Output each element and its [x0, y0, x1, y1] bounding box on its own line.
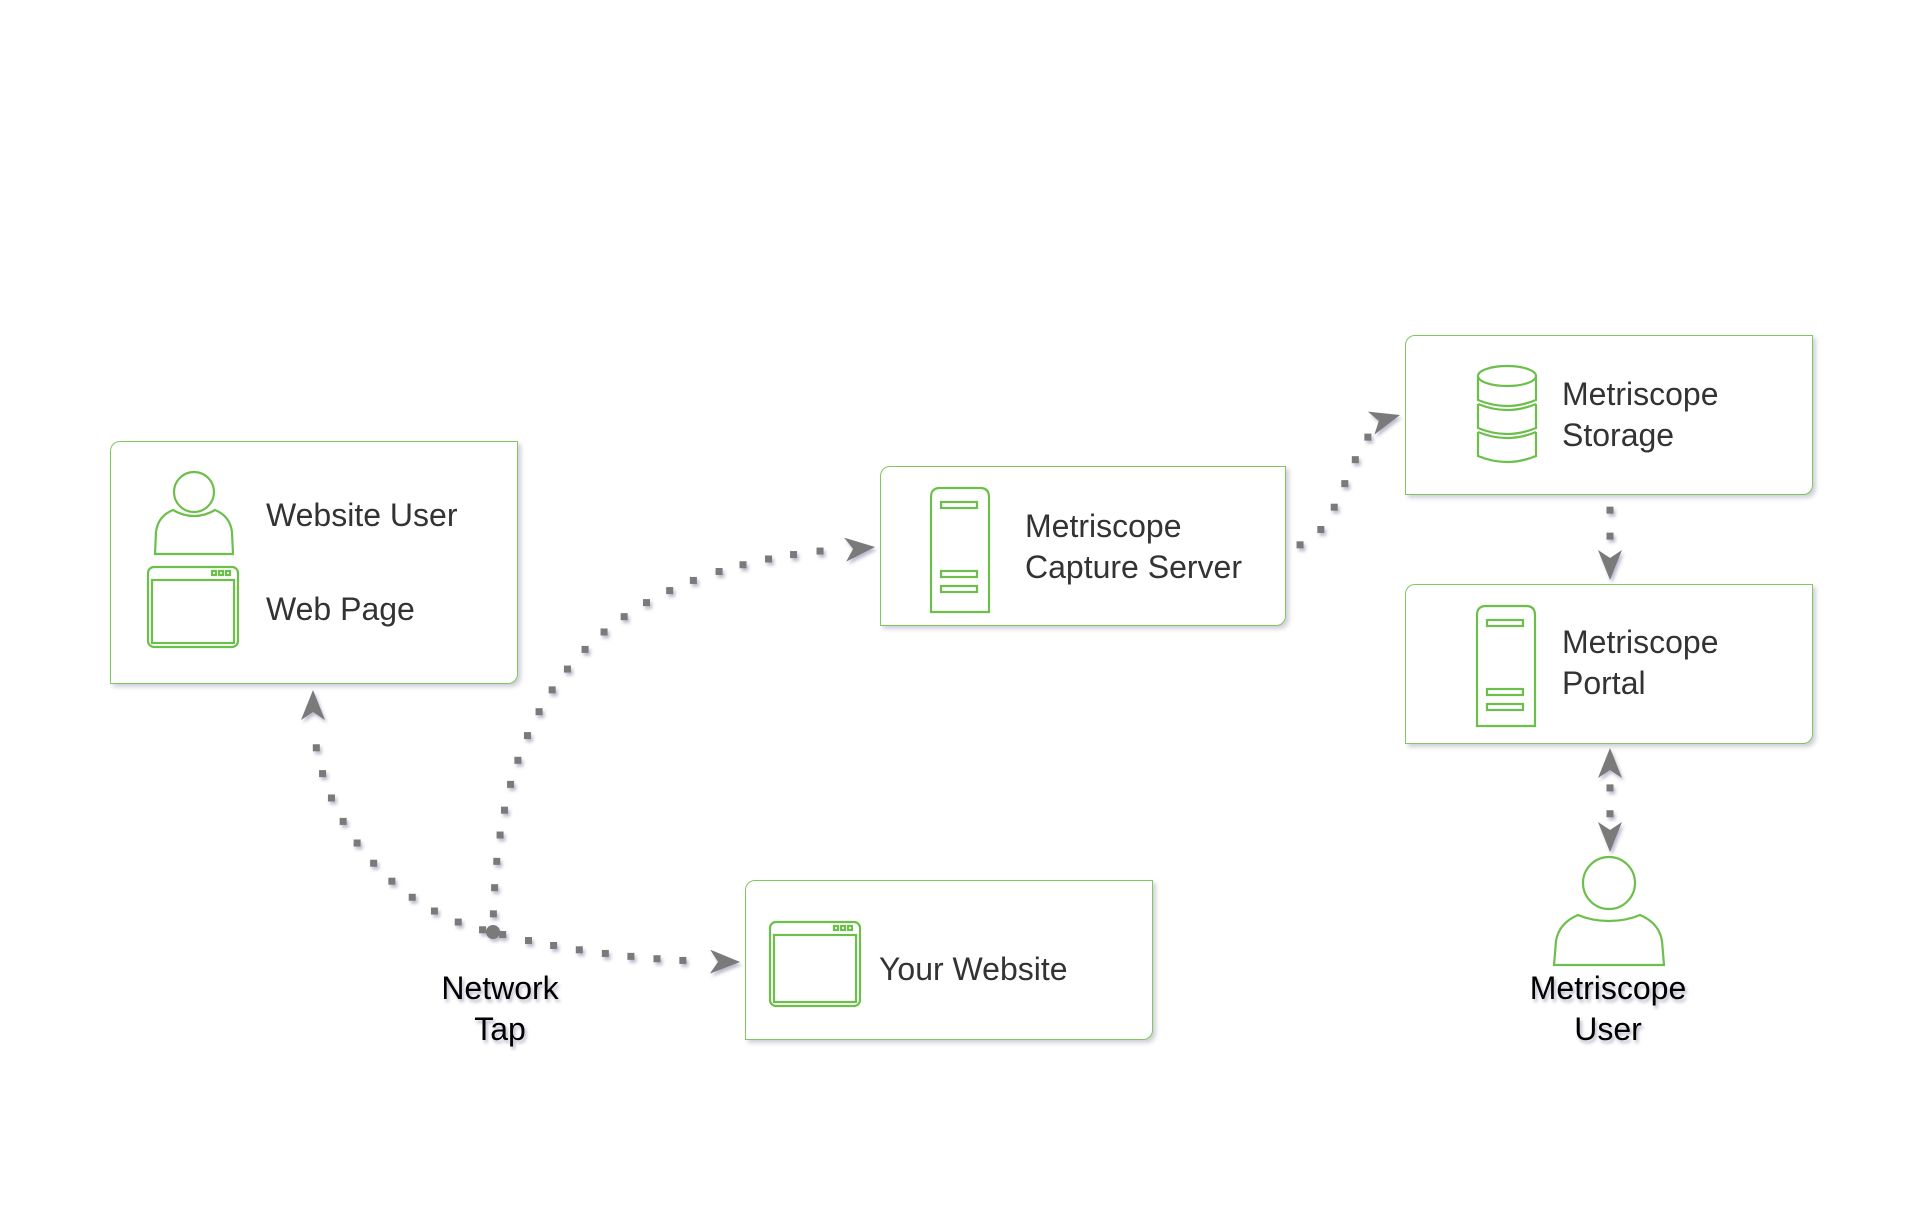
- arrowhead: [1598, 748, 1622, 778]
- portal-box[interactable]: Metriscope Portal: [1405, 584, 1813, 744]
- database-icon: [1476, 364, 1538, 464]
- connector-dot: [1351, 456, 1359, 464]
- capture-server-label-line1: Metriscope: [1025, 508, 1182, 544]
- connector-dot: [496, 831, 504, 839]
- connector-dot: [600, 628, 608, 636]
- connector-dot: [563, 665, 571, 673]
- metriscope-user-label-line2: User: [1574, 1011, 1642, 1047]
- connector-dot: [1341, 480, 1349, 488]
- your-website-box[interactable]: Your Website: [745, 880, 1153, 1040]
- connector-dot: [1296, 541, 1304, 549]
- connector-dot: [388, 877, 396, 885]
- connector-dot: [339, 817, 347, 825]
- network-tap-label-line1: Network: [441, 970, 559, 1006]
- web-page-label: Web Page: [266, 591, 415, 627]
- connector-dot: [1317, 525, 1325, 533]
- connector-dot: [1606, 784, 1614, 792]
- website-user-label: Website User: [266, 497, 458, 533]
- connector-dot: [327, 794, 335, 802]
- storage-label-line1: Metriscope: [1562, 376, 1719, 412]
- browser-window-icon: [146, 565, 240, 649]
- person-icon: [153, 470, 235, 556]
- edge-storage-to-portal: [1598, 506, 1622, 580]
- connector-dot: [739, 561, 747, 569]
- storage-box[interactable]: Metriscope Storage: [1405, 335, 1813, 495]
- edge-tap-to-capture-server: [489, 537, 875, 918]
- connector-dot: [689, 576, 697, 584]
- connector-dot: [1606, 506, 1614, 514]
- diagram-canvas: Website User Web Page Metriscope Capture…: [0, 0, 1931, 1211]
- connector-dot: [489, 910, 497, 918]
- network-tap-label: Network Tap: [400, 968, 600, 1050]
- connector-dot: [790, 551, 798, 559]
- connector-dot: [353, 839, 361, 847]
- connector-dot: [1330, 503, 1338, 511]
- server-icon: [1475, 604, 1537, 728]
- connector-dot: [715, 567, 723, 575]
- connector-dot: [1606, 810, 1614, 818]
- connector-dot: [653, 955, 661, 963]
- connector-dot: [601, 949, 609, 957]
- arrowhead: [844, 537, 875, 562]
- connector-dot: [643, 599, 651, 607]
- connector-dot: [408, 893, 416, 901]
- capture-server-label-line2: Capture Server: [1025, 549, 1242, 585]
- connector-dot: [765, 555, 773, 563]
- network-tap-junction-dot: [486, 925, 500, 939]
- connector-dot: [620, 613, 628, 621]
- your-website-label: Your Website: [879, 951, 1068, 987]
- connector-dot: [548, 686, 556, 694]
- server-icon: [929, 486, 991, 614]
- edge-user-to-portal: [1598, 748, 1622, 852]
- arrowhead: [709, 949, 740, 974]
- connector-dot: [524, 937, 532, 945]
- storage-label-line2: Storage: [1562, 417, 1675, 453]
- connector-dot: [319, 770, 327, 778]
- connector-dot: [627, 952, 635, 960]
- connector-dot: [1364, 433, 1372, 441]
- arrowhead: [1367, 411, 1400, 435]
- connector-dot: [500, 806, 508, 814]
- connector-dot: [679, 956, 687, 964]
- connector-dot: [454, 918, 462, 926]
- metriscope-user-label: Metriscope User: [1508, 968, 1708, 1050]
- capture-server-box[interactable]: Metriscope Capture Server: [880, 466, 1286, 626]
- connector-dot: [479, 926, 487, 934]
- connector-dot: [499, 931, 507, 939]
- connector-dot: [1606, 532, 1614, 540]
- arrowhead: [1598, 550, 1622, 580]
- connector-dot: [370, 859, 378, 867]
- connector-dot: [816, 547, 824, 555]
- metriscope-user-label-line1: Metriscope: [1529, 970, 1687, 1006]
- portal-label-line2: Portal: [1562, 665, 1646, 701]
- connector-dot: [430, 907, 438, 915]
- website-user-box[interactable]: Website User Web Page: [110, 441, 518, 684]
- connector-dot: [312, 744, 320, 752]
- connector-dot: [523, 732, 531, 740]
- arrowhead: [301, 690, 326, 721]
- connector-dot: [514, 756, 522, 764]
- connector-dot: [666, 587, 674, 595]
- connector-dot: [535, 708, 543, 716]
- edge-capture-to-storage: [1296, 411, 1400, 549]
- connector-dot: [491, 884, 499, 892]
- arrowhead: [1598, 822, 1622, 852]
- metriscope-user-person-icon[interactable]: [1552, 855, 1666, 967]
- network-tap-label-line2: Tap: [474, 1011, 526, 1047]
- connector-dot: [575, 946, 583, 954]
- connector-dot: [581, 645, 589, 653]
- connector-dot: [493, 857, 501, 865]
- browser-window-icon: [768, 920, 862, 1008]
- connector-dot: [550, 941, 558, 949]
- edge-tap-to-website-user: [301, 690, 487, 934]
- connector-dot: [507, 780, 515, 788]
- portal-label-line1: Metriscope: [1562, 624, 1719, 660]
